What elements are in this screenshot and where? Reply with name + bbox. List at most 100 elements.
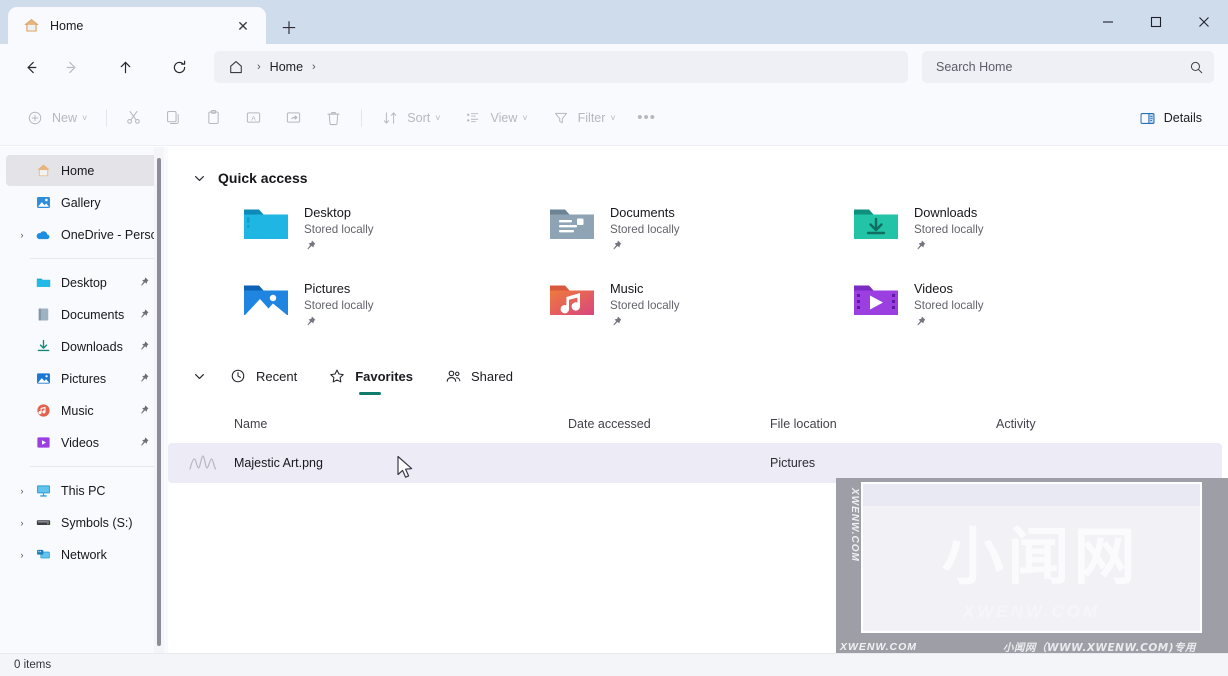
view-button[interactable]: View ˅ <box>452 102 537 134</box>
new-tab-button[interactable]: ＋ <box>272 11 306 41</box>
column-header-name[interactable]: Name <box>186 417 568 431</box>
view-button-label: View <box>490 110 518 125</box>
sidebar-item-label: Documents <box>61 307 125 322</box>
breadcrumb[interactable]: › Home › <box>214 51 908 83</box>
sidebar-item-home[interactable]: Home <box>6 155 160 186</box>
quick-access-name: Videos <box>914 281 953 296</box>
quick-access-item-desktop[interactable]: Desktop Stored locally <box>242 203 548 261</box>
search-box[interactable] <box>922 51 1214 83</box>
navigation-pane: Home Gallery › OneDrive - Persc Desktop <box>0 147 168 653</box>
sort-button[interactable]: Sort ˅ <box>369 102 450 134</box>
quick-access-item-music[interactable]: Music Stored locally <box>548 279 852 337</box>
sidebar-item-documents[interactable]: Documents <box>6 299 160 330</box>
refresh-icon[interactable] <box>162 51 196 83</box>
chevron-right-icon[interactable]: › <box>12 230 32 240</box>
back-arrow-icon[interactable] <box>14 51 48 83</box>
quick-access-item-downloads[interactable]: Downloads Stored locally <box>852 203 1228 261</box>
sidebar-item-desktop[interactable]: Desktop <box>6 267 160 298</box>
desktop-folder-icon <box>32 274 54 291</box>
sidebar-item-this-pc[interactable]: › This PC <box>6 475 160 506</box>
details-pane-label: Details <box>1163 111 1202 125</box>
quick-access-name: Music <box>610 281 644 296</box>
breadcrumb-separator-2[interactable]: › <box>303 61 325 73</box>
image-thumbnail-icon <box>186 450 220 476</box>
sidebar-item-label: Music <box>61 403 94 418</box>
pin-icon <box>914 315 984 333</box>
sidebar-item-pictures[interactable]: Pictures <box>6 363 160 394</box>
view-icon <box>462 110 484 126</box>
breadcrumb-label-home[interactable]: Home <box>270 60 303 74</box>
table-row[interactable]: Majestic Art.png Pictures <box>168 443 1222 483</box>
pin-icon[interactable] <box>138 275 150 293</box>
pin-icon[interactable] <box>138 435 150 453</box>
sidebar-item-downloads[interactable]: Downloads <box>6 331 160 362</box>
copy-button[interactable] <box>154 102 192 134</box>
tab-recent[interactable]: Recent <box>218 360 307 392</box>
chevron-down-icon: ˅ <box>435 112 441 123</box>
rename-button[interactable]: A <box>234 102 272 134</box>
downloads-icon <box>32 338 54 355</box>
quick-access-header[interactable]: Quick access <box>168 161 1228 195</box>
documents-folder-icon <box>32 306 54 323</box>
sidebar-item-label: Pictures <box>61 371 107 386</box>
pin-icon[interactable] <box>138 339 150 357</box>
new-button[interactable]: New ˅ <box>14 102 97 134</box>
minimize-button[interactable] <box>1084 0 1132 44</box>
sidebar-item-label: Videos <box>61 435 99 450</box>
breadcrumb-home-icon[interactable] <box>224 55 248 79</box>
paste-button[interactable] <box>194 102 232 134</box>
sidebar-item-onedrive[interactable]: › OneDrive - Persc <box>6 219 160 250</box>
sidebar-item-label: Symbols (S:) <box>61 515 133 530</box>
column-header-file-location[interactable]: File location <box>770 417 996 431</box>
breadcrumb-separator-1: › <box>257 61 261 73</box>
sidebar-item-videos[interactable]: Videos <box>6 427 160 458</box>
desktop-folder-icon <box>242 203 290 249</box>
sidebar-item-label: OneDrive - Persc <box>61 227 157 242</box>
scissors-icon <box>122 109 144 126</box>
tab-favorites[interactable]: Favorites <box>317 360 423 392</box>
sidebar-item-symbols-drive[interactable]: › Symbols (S:) <box>6 507 160 538</box>
close-icon[interactable]: ✕ <box>230 14 256 38</box>
chevron-down-icon: ˅ <box>82 112 88 123</box>
quick-access-item-pictures[interactable]: Pictures Stored locally <box>242 279 548 337</box>
tab-label: Recent <box>256 368 298 384</box>
quick-access-name: Documents <box>610 205 675 220</box>
chevron-right-icon[interactable]: › <box>12 550 32 560</box>
share-button[interactable] <box>274 102 312 134</box>
overflow-menu-button[interactable]: ••• <box>628 102 666 134</box>
tab-shared[interactable]: Shared <box>433 360 523 392</box>
window-close-button[interactable] <box>1180 0 1228 44</box>
quick-access-text: Desktop Stored locally <box>304 203 374 257</box>
search-icon[interactable] <box>1189 60 1204 75</box>
quick-access-item-documents[interactable]: Documents Stored locally <box>548 203 852 261</box>
chevron-right-icon[interactable]: › <box>12 486 32 496</box>
column-header-date-accessed[interactable]: Date accessed <box>568 417 770 431</box>
chevron-down-icon[interactable] <box>186 369 212 384</box>
pin-icon[interactable] <box>138 371 150 389</box>
maximize-button[interactable] <box>1132 0 1180 44</box>
pin-icon[interactable] <box>138 307 150 325</box>
up-arrow-icon[interactable] <box>108 51 142 83</box>
pictures-folder-icon <box>242 279 290 325</box>
delete-button[interactable] <box>314 102 352 134</box>
tab-home[interactable]: Home ✕ <box>8 7 266 44</box>
sidebar-scrollbar-thumb[interactable] <box>157 158 161 646</box>
sidebar-item-network[interactable]: › Network <box>6 539 160 570</box>
sort-button-label: Sort <box>407 110 431 125</box>
sidebar-item-gallery[interactable]: Gallery <box>6 187 160 218</box>
column-header-activity[interactable]: Activity <box>996 417 1176 431</box>
quick-access-item-videos[interactable]: Videos Stored locally <box>852 279 1228 337</box>
filter-button[interactable]: Filter ˅ <box>540 102 626 134</box>
details-pane-button[interactable]: Details <box>1129 102 1212 134</box>
gallery-icon <box>32 194 54 211</box>
quick-access-text: Videos Stored locally <box>914 279 984 333</box>
search-input[interactable] <box>936 60 1189 74</box>
videos-folder-icon <box>32 434 54 451</box>
chevron-down-icon[interactable] <box>186 171 212 186</box>
status-bar: 0 items <box>0 653 1228 676</box>
sidebar-item-music[interactable]: Music <box>6 395 160 426</box>
quick-access-text: Documents Stored locally <box>610 203 680 257</box>
pin-icon[interactable] <box>138 403 150 421</box>
cut-button[interactable] <box>114 102 152 134</box>
chevron-right-icon[interactable]: › <box>12 518 32 528</box>
